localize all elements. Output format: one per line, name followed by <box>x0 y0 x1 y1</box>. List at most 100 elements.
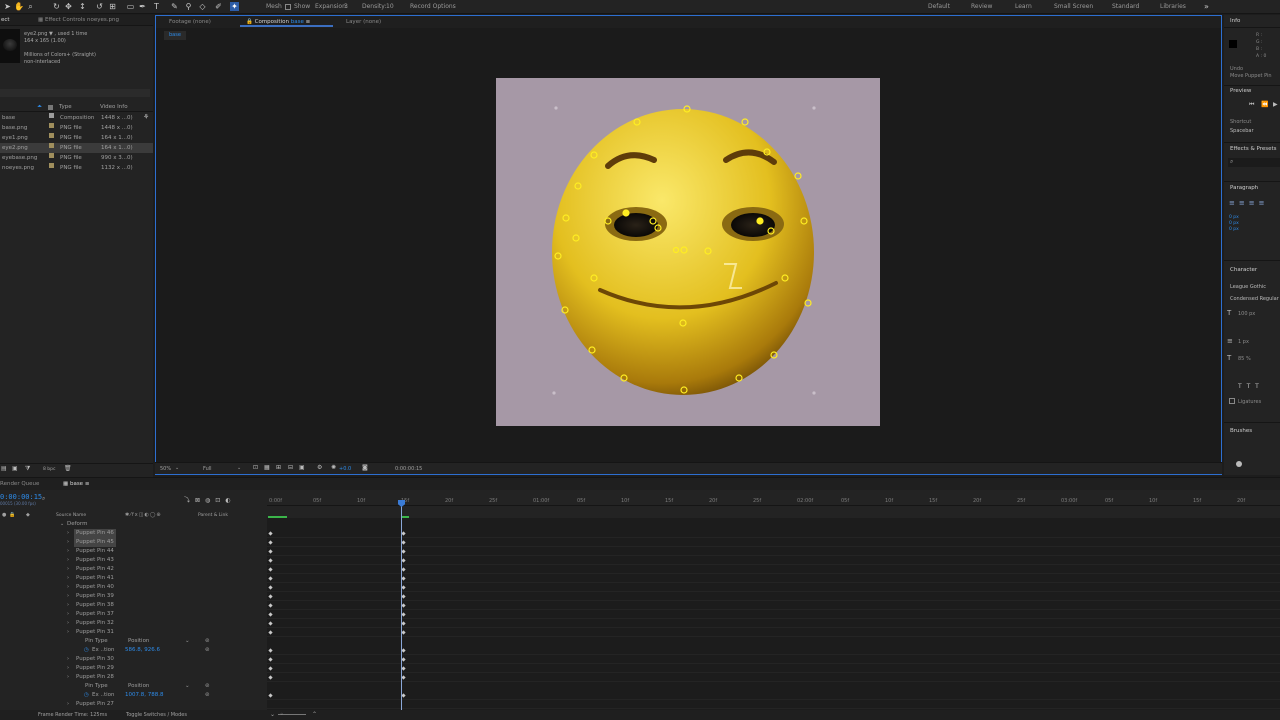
tab-footage[interactable]: Footage (none) <box>169 19 211 25</box>
paragraph-indents[interactable]: 0 px 0 px 0 px <box>1229 215 1239 233</box>
keyframe-icon[interactable] <box>268 585 273 590</box>
workspace-standard[interactable]: Standard <box>1112 3 1139 10</box>
expand-chevron-icon[interactable]: › <box>67 601 69 610</box>
graph-editor-icon[interactable]: ⊡ <box>215 497 225 504</box>
font-style-dropdown[interactable]: Condensed Regular <box>1230 296 1279 302</box>
expand-chevron-icon[interactable]: › <box>67 592 69 601</box>
timeline-switch-buttons[interactable]: ⤵⊠◍⊡◐ <box>184 495 236 504</box>
keyframe-icon[interactable] <box>268 657 273 662</box>
zoom-in-icon[interactable]: ⌃ <box>312 711 317 718</box>
puppet-pin-layer[interactable]: › Puppet Pin 40 <box>0 583 265 592</box>
pin-type-dropdown[interactable]: Position <box>128 682 149 691</box>
new-comp-icon[interactable]: ⧩ <box>25 465 30 473</box>
keyframe-icon[interactable] <box>268 603 273 608</box>
keyframe-icon[interactable] <box>401 648 406 653</box>
puppet-pin-layer[interactable]: › Puppet Pin 44 <box>0 547 265 556</box>
expand-chevron-icon[interactable]: › <box>67 565 69 574</box>
label-column-icon[interactable]: ⏶ <box>37 103 42 111</box>
link-icon[interactable]: ⊚ <box>205 691 210 700</box>
exposure-reset-icon[interactable]: ✺ <box>331 464 336 471</box>
layer-track[interactable] <box>267 700 1280 709</box>
keyframe-icon[interactable] <box>401 540 406 545</box>
dolly-tool-icon[interactable]: ↕ <box>78 2 87 11</box>
font-size-value[interactable]: 100 px <box>1238 311 1255 317</box>
keyframe-icon[interactable] <box>268 621 273 626</box>
zoom-slider-handle-icon[interactable]: ◦ <box>280 711 284 718</box>
dropdown-chevron-icon[interactable]: ⌄ <box>185 682 190 691</box>
expand-chevron-icon[interactable]: ⌄ <box>60 520 64 529</box>
pin-type-property[interactable]: Pin Type Position ⌄ ⊚ <box>0 637 265 646</box>
workspace-small-screen[interactable]: Small Screen <box>1054 3 1093 10</box>
composition-canvas[interactable] <box>496 78 880 426</box>
clone-stamp-tool-icon[interactable]: ⚲ <box>184 2 193 11</box>
expand-chevron-icon[interactable]: › <box>67 556 69 565</box>
layer-track[interactable] <box>267 547 1280 556</box>
expand-chevron-icon[interactable]: › <box>67 619 69 628</box>
keyframe-icon[interactable] <box>401 576 406 581</box>
brush-tool-icon[interactable]: ✎ <box>170 2 179 11</box>
keyframe-icon[interactable] <box>401 558 406 563</box>
keyframe-icon[interactable] <box>268 612 273 617</box>
keyframe-icon[interactable] <box>268 540 273 545</box>
frame-blend-icon[interactable]: ⊠ <box>195 497 205 504</box>
puppet-pin-layer[interactable]: › Puppet Pin 39 <box>0 592 265 601</box>
layer-track[interactable] <box>267 664 1280 673</box>
col-type[interactable]: Type <box>59 104 72 110</box>
layer-track[interactable] <box>267 538 1280 547</box>
workspace-default[interactable]: Default <box>928 3 950 10</box>
puppet-pin-layer[interactable]: › Puppet Pin 42 <box>0 565 265 574</box>
puppet-pin-handle[interactable] <box>554 106 558 110</box>
puppet-pin-layer[interactable]: › Puppet Pin 27 <box>0 700 265 709</box>
keyframe-icon[interactable] <box>268 594 273 599</box>
resolution-dropdown[interactable]: Full <box>203 466 212 472</box>
hand-tool-icon[interactable]: ✋ <box>14 2 24 11</box>
deform-group[interactable]: ⌄ Deform <box>0 520 265 529</box>
puppet-pin-layer[interactable]: › Puppet Pin 43 <box>0 556 265 565</box>
tab-layer[interactable]: Layer (none) <box>346 19 381 25</box>
zoom-chevron-icon[interactable]: ⌄ <box>175 465 179 471</box>
zoom-dropdown[interactable]: 50% <box>160 466 171 472</box>
layer-track[interactable] <box>267 601 1280 610</box>
align-right-icon[interactable]: ≡ <box>1249 199 1259 207</box>
puppet-pin-handle[interactable] <box>804 299 812 307</box>
expand-chevron-icon[interactable]: › <box>67 700 69 709</box>
layer-track[interactable] <box>267 655 1280 664</box>
current-time-display[interactable]: 0:00:00:15 <box>0 493 42 501</box>
puppet-pin-layer[interactable]: › Puppet Pin 30 <box>0 655 265 664</box>
keyframe-icon[interactable] <box>401 666 406 671</box>
rotate-tool-icon[interactable]: ↺ <box>95 2 104 11</box>
puppet-pin-layer[interactable]: › Puppet Pin 37 <box>0 610 265 619</box>
prev-frame-icon[interactable]: ⏪ <box>1261 101 1268 108</box>
expand-chevron-icon[interactable]: › <box>67 547 69 556</box>
layer-track[interactable] <box>267 610 1280 619</box>
brushes-panel-title[interactable]: Brushes <box>1230 428 1252 434</box>
justify-icon[interactable]: ≡ <box>1259 199 1269 207</box>
keyframe-icon[interactable] <box>401 585 406 590</box>
roto-brush-tool-icon[interactable]: ✐ <box>214 2 223 11</box>
expansion-value[interactable]: 3 <box>344 3 348 10</box>
puppet-pin-layer[interactable]: › Puppet Pin 46 <box>0 529 265 538</box>
project-item-row[interactable]: base.png PNG file 1448 x ...0) <box>0 123 153 133</box>
brush-tip-icon[interactable] <box>1236 461 1242 467</box>
puppet-pin-handle[interactable] <box>622 209 630 217</box>
project-search-input[interactable] <box>0 89 150 97</box>
puppet-pin-layer[interactable]: › Puppet Pin 31 <box>0 628 265 637</box>
channel-icon[interactable]: ▣ <box>299 464 305 471</box>
stopwatch-icon[interactable]: ◷ <box>84 646 89 655</box>
position-property[interactable]: ◷ Ex ..tion 586.8, 926.6 ⊚ <box>0 646 265 655</box>
text-style-buttons[interactable]: TTT <box>1238 383 1264 390</box>
project-item-row[interactable]: eyebase.png PNG file 990 x 3...0) <box>0 153 153 163</box>
puppet-pin-layer[interactable]: › Puppet Pin 28 <box>0 673 265 682</box>
expand-chevron-icon[interactable]: › <box>67 664 69 673</box>
ligatures-checkbox[interactable] <box>1229 398 1235 404</box>
layer-track[interactable] <box>267 556 1280 565</box>
keyframe-icon[interactable] <box>268 558 273 563</box>
all-caps-icon[interactable]: T <box>1255 383 1264 390</box>
tab-project[interactable]: ect <box>1 17 10 23</box>
layer-track[interactable] <box>267 565 1280 574</box>
keyframe-icon[interactable] <box>268 576 273 581</box>
keyframe-icon[interactable] <box>401 657 406 662</box>
stopwatch-icon[interactable]: ◷ <box>84 691 89 700</box>
character-panel-title[interactable]: Character <box>1230 267 1257 273</box>
selection-tool-icon[interactable]: ➤ <box>3 2 12 11</box>
